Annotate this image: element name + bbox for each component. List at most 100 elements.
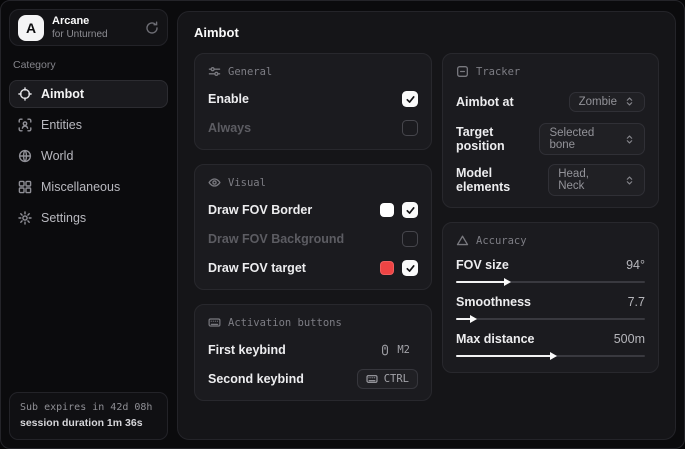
dropdown-value: Selected bone xyxy=(549,127,617,151)
card-title: Visual xyxy=(228,177,266,189)
keybind-value: M2 xyxy=(397,344,410,356)
setting-label: Smoothness xyxy=(456,295,531,309)
visual-card: Visual Draw FOV Border Draw FOV Backgrou… xyxy=(194,164,432,290)
second-keybind-button[interactable]: CTRL xyxy=(357,369,418,389)
fov-border-color-swatch[interactable] xyxy=(380,203,394,217)
model-elements-dropdown[interactable]: Head, Neck xyxy=(548,164,645,196)
chevrons-up-down-icon xyxy=(624,175,635,186)
dropdown-value: Head, Neck xyxy=(558,168,617,192)
setting-row-enable: Enable xyxy=(208,89,418,109)
triangle-icon xyxy=(456,234,469,247)
sidebar-item-label: Miscellaneous xyxy=(41,180,120,194)
setting-label: Enable xyxy=(208,92,249,106)
always-checkbox[interactable] xyxy=(402,120,418,136)
target-position-dropdown[interactable]: Selected bone xyxy=(539,123,645,155)
chevrons-up-down-icon xyxy=(624,96,635,107)
aimbot-at-dropdown[interactable]: Zombie xyxy=(569,92,645,112)
setting-row-target-position: Target position Selected bone xyxy=(456,123,645,155)
slider-thumb[interactable] xyxy=(550,352,557,360)
max-distance-value: 500m xyxy=(614,332,645,346)
tracker-box-icon xyxy=(456,65,469,78)
fov-background-checkbox[interactable] xyxy=(402,231,418,247)
subscription-status: Sub expires in 42d 08h session duration … xyxy=(9,392,168,440)
sidebar-item-label: Entities xyxy=(41,118,82,132)
max-distance-slider[interactable] xyxy=(456,355,645,357)
sidebar-item-settings[interactable]: Settings xyxy=(9,204,168,232)
globe-icon xyxy=(18,149,32,163)
setting-row-first-keybind: First keybind M2 xyxy=(208,340,418,360)
dropdown-value: Zombie xyxy=(579,96,617,108)
tracker-card: Tracker Aimbot at Zombie Target position xyxy=(442,53,659,208)
grid-icon xyxy=(18,180,32,194)
setting-label: First keybind xyxy=(208,343,286,357)
page-title: Aimbot xyxy=(194,25,659,40)
sidebar: A Arcane for Unturned Category Aimbot xyxy=(1,1,176,448)
fov-target-color-swatch[interactable] xyxy=(380,261,394,275)
sidebar-item-label: World xyxy=(41,149,73,163)
setting-label: Model elements xyxy=(456,166,548,194)
setting-row-fov-target: Draw FOV target xyxy=(208,258,418,278)
enable-checkbox[interactable] xyxy=(402,91,418,107)
entity-scan-icon xyxy=(18,118,32,132)
setting-label: Always xyxy=(208,121,251,135)
setting-label: Max distance xyxy=(456,332,535,346)
setting-label: FOV size xyxy=(456,258,509,272)
sidebar-item-miscellaneous[interactable]: Miscellaneous xyxy=(9,173,168,201)
gear-icon xyxy=(18,211,32,225)
brand-name: Arcane xyxy=(52,15,137,27)
left-column: General Enable Always xyxy=(194,53,432,401)
sub-expiry-text: Sub expires in 42d 08h xyxy=(20,401,157,416)
sync-icon[interactable] xyxy=(145,21,159,35)
setting-row-second-keybind: Second keybind CTRL xyxy=(208,369,418,389)
fov-size-value: 94° xyxy=(626,258,645,272)
smoothness-value: 7.7 xyxy=(628,295,645,309)
accuracy-card: Accuracy FOV size 94° xyxy=(442,222,659,373)
right-column: Tracker Aimbot at Zombie Target position xyxy=(442,53,659,373)
setting-row-aimbot-at: Aimbot at Zombie xyxy=(456,89,645,114)
smoothness-setting: Smoothness 7.7 xyxy=(456,295,645,320)
sidebar-item-label: Settings xyxy=(41,211,86,225)
first-keybind-button[interactable]: M2 xyxy=(371,341,418,359)
general-card: General Enable Always xyxy=(194,53,432,150)
sidebar-item-world[interactable]: World xyxy=(9,142,168,170)
main-panel: Aimbot General Enable xyxy=(177,11,676,440)
card-title: Accuracy xyxy=(476,235,527,247)
mouse-icon xyxy=(379,344,391,356)
sidebar-item-label: Aimbot xyxy=(41,87,84,101)
card-title: Activation buttons xyxy=(228,317,342,329)
sidebar-item-aimbot[interactable]: Aimbot xyxy=(9,80,168,108)
smoothness-slider[interactable] xyxy=(456,318,645,320)
session-duration-text: session duration 1m 36s xyxy=(20,416,157,431)
setting-label: Aimbot at xyxy=(456,95,514,109)
keybind-value: CTRL xyxy=(384,373,409,385)
app-window: A Arcane for Unturned Category Aimbot xyxy=(0,0,685,449)
brand-text: Arcane for Unturned xyxy=(52,15,137,39)
setting-label: Draw FOV Background xyxy=(208,232,344,246)
sidebar-item-entities[interactable]: Entities xyxy=(9,111,168,139)
sliders-icon xyxy=(208,65,221,78)
brand-logo: A xyxy=(18,15,44,41)
brand-subtitle: for Unturned xyxy=(52,29,137,40)
brand-card: A Arcane for Unturned xyxy=(9,9,168,46)
fov-size-slider[interactable] xyxy=(456,281,645,283)
crosshair-icon xyxy=(18,87,32,101)
setting-row-always: Always xyxy=(208,118,418,138)
keyboard-icon xyxy=(366,373,378,385)
category-label: Category xyxy=(13,59,164,71)
fov-border-checkbox[interactable] xyxy=(402,202,418,218)
setting-label: Draw FOV target xyxy=(208,261,306,275)
card-title: General xyxy=(228,66,272,78)
slider-thumb[interactable] xyxy=(504,278,511,286)
chevrons-up-down-icon xyxy=(624,134,635,145)
card-title: Tracker xyxy=(476,66,520,78)
setting-row-model-elements: Model elements Head, Neck xyxy=(456,164,645,196)
fov-target-checkbox[interactable] xyxy=(402,260,418,276)
setting-row-fov-background: Draw FOV Background xyxy=(208,229,418,249)
max-distance-setting: Max distance 500m xyxy=(456,332,645,357)
eye-icon xyxy=(208,176,221,189)
setting-label: Second keybind xyxy=(208,372,304,386)
setting-label: Target position xyxy=(456,125,539,153)
setting-row-fov-border: Draw FOV Border xyxy=(208,200,418,220)
slider-thumb[interactable] xyxy=(470,315,477,323)
setting-label: Draw FOV Border xyxy=(208,203,312,217)
